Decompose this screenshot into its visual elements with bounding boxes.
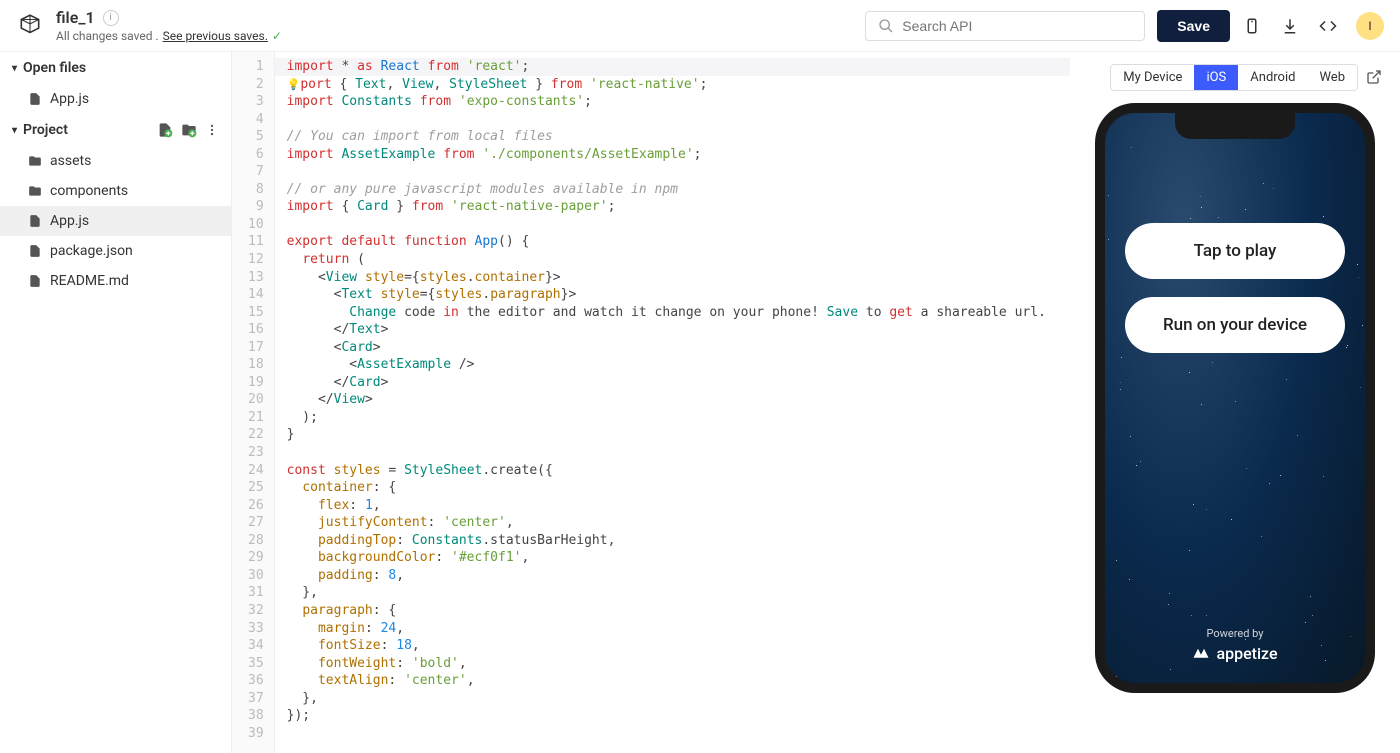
preview-panel: My DeviceiOSAndroidWeb Tap to play Run on… [1070,52,1400,753]
save-status: All changes saved . See previous saves. … [56,29,282,43]
chevron-down-icon: ▾ [12,125,17,136]
folder-icon [28,184,42,198]
save-button[interactable]: Save [1157,10,1230,42]
more-icon[interactable] [205,122,219,138]
header-left: file_1 i All changes saved . See previou… [16,8,853,43]
phone-button[interactable]: Tap to play [1125,223,1345,279]
new-file-icon[interactable] [157,122,173,138]
info-icon[interactable]: i [103,10,119,26]
search-box[interactable] [865,11,1145,41]
preview-tab-android[interactable]: Android [1238,65,1307,90]
import-folder-icon[interactable] [181,122,197,138]
powered-by: Powered by appetize [1105,627,1365,663]
file-icon [28,214,42,228]
appetize-icon [1192,647,1210,661]
preview-tab-my-device[interactable]: My Device [1111,65,1194,90]
line-gutter: 1234567891011121314151617181920212223242… [232,52,275,753]
sidebar: ▾ Open files App.js ▾ Project a [0,52,232,753]
code-icon[interactable] [1318,16,1338,36]
header: file_1 i All changes saved . See previou… [0,0,1400,52]
file-label: App.js [50,213,89,229]
title-block: file_1 i All changes saved . See previou… [56,8,282,43]
file-icon [28,274,42,288]
folder-icon [28,154,42,168]
previous-saves-link[interactable]: See previous saves. [163,29,268,43]
search-input[interactable] [902,18,1132,34]
appetize-brand[interactable]: appetize [1105,644,1365,663]
code-editor[interactable]: 1234567891011121314151617181920212223242… [232,52,1070,753]
open-file-item[interactable]: App.js [0,84,231,114]
search-icon [878,18,894,34]
file-label: package.json [50,243,133,259]
project-file-item[interactable]: components [0,176,231,206]
phone-buttons: Tap to play Run on your device [1105,223,1365,353]
device-icon[interactable] [1242,16,1262,36]
project-actions [157,122,219,138]
file-icon [28,244,42,258]
phone-button[interactable]: Run on your device [1125,297,1345,353]
project-file-item[interactable]: App.js [0,206,231,236]
phone-background [1105,113,1365,683]
project-header[interactable]: ▾ Project [0,114,231,146]
file-label: components [50,183,128,199]
preview-tab-ios[interactable]: iOS [1194,65,1238,90]
open-files-header[interactable]: ▾ Open files [0,52,231,84]
download-icon[interactable] [1280,16,1300,36]
file-label: assets [50,153,91,169]
check-icon: ✓ [272,29,282,43]
avatar[interactable]: I [1356,12,1384,40]
phone-preview: Tap to play Run on your device Powered by… [1095,103,1375,693]
project-file-item[interactable]: assets [0,146,231,176]
project-file-item[interactable]: package.json [0,236,231,266]
code-area[interactable]: import * as React from 'react';💡port { T… [275,52,1070,753]
project-file-item[interactable]: README.md [0,266,231,296]
file-icon [28,92,42,106]
chevron-down-icon: ▾ [12,63,17,74]
main: ▾ Open files App.js ▾ Project a [0,52,1400,753]
external-link-icon[interactable] [1366,69,1384,87]
header-actions: I [1242,12,1384,40]
preview-tabs-row: My DeviceiOSAndroidWeb [1086,64,1384,91]
project-files-list: assets components App.js package.json README… [0,146,231,296]
file-title: file_1 [56,8,95,27]
preview-tabs: My DeviceiOSAndroidWeb [1110,64,1358,91]
file-label: README.md [50,273,129,289]
preview-tab-web[interactable]: Web [1307,65,1357,90]
logo-icon[interactable] [16,12,44,40]
file-label: App.js [50,91,89,107]
open-files-list: App.js [0,84,231,114]
